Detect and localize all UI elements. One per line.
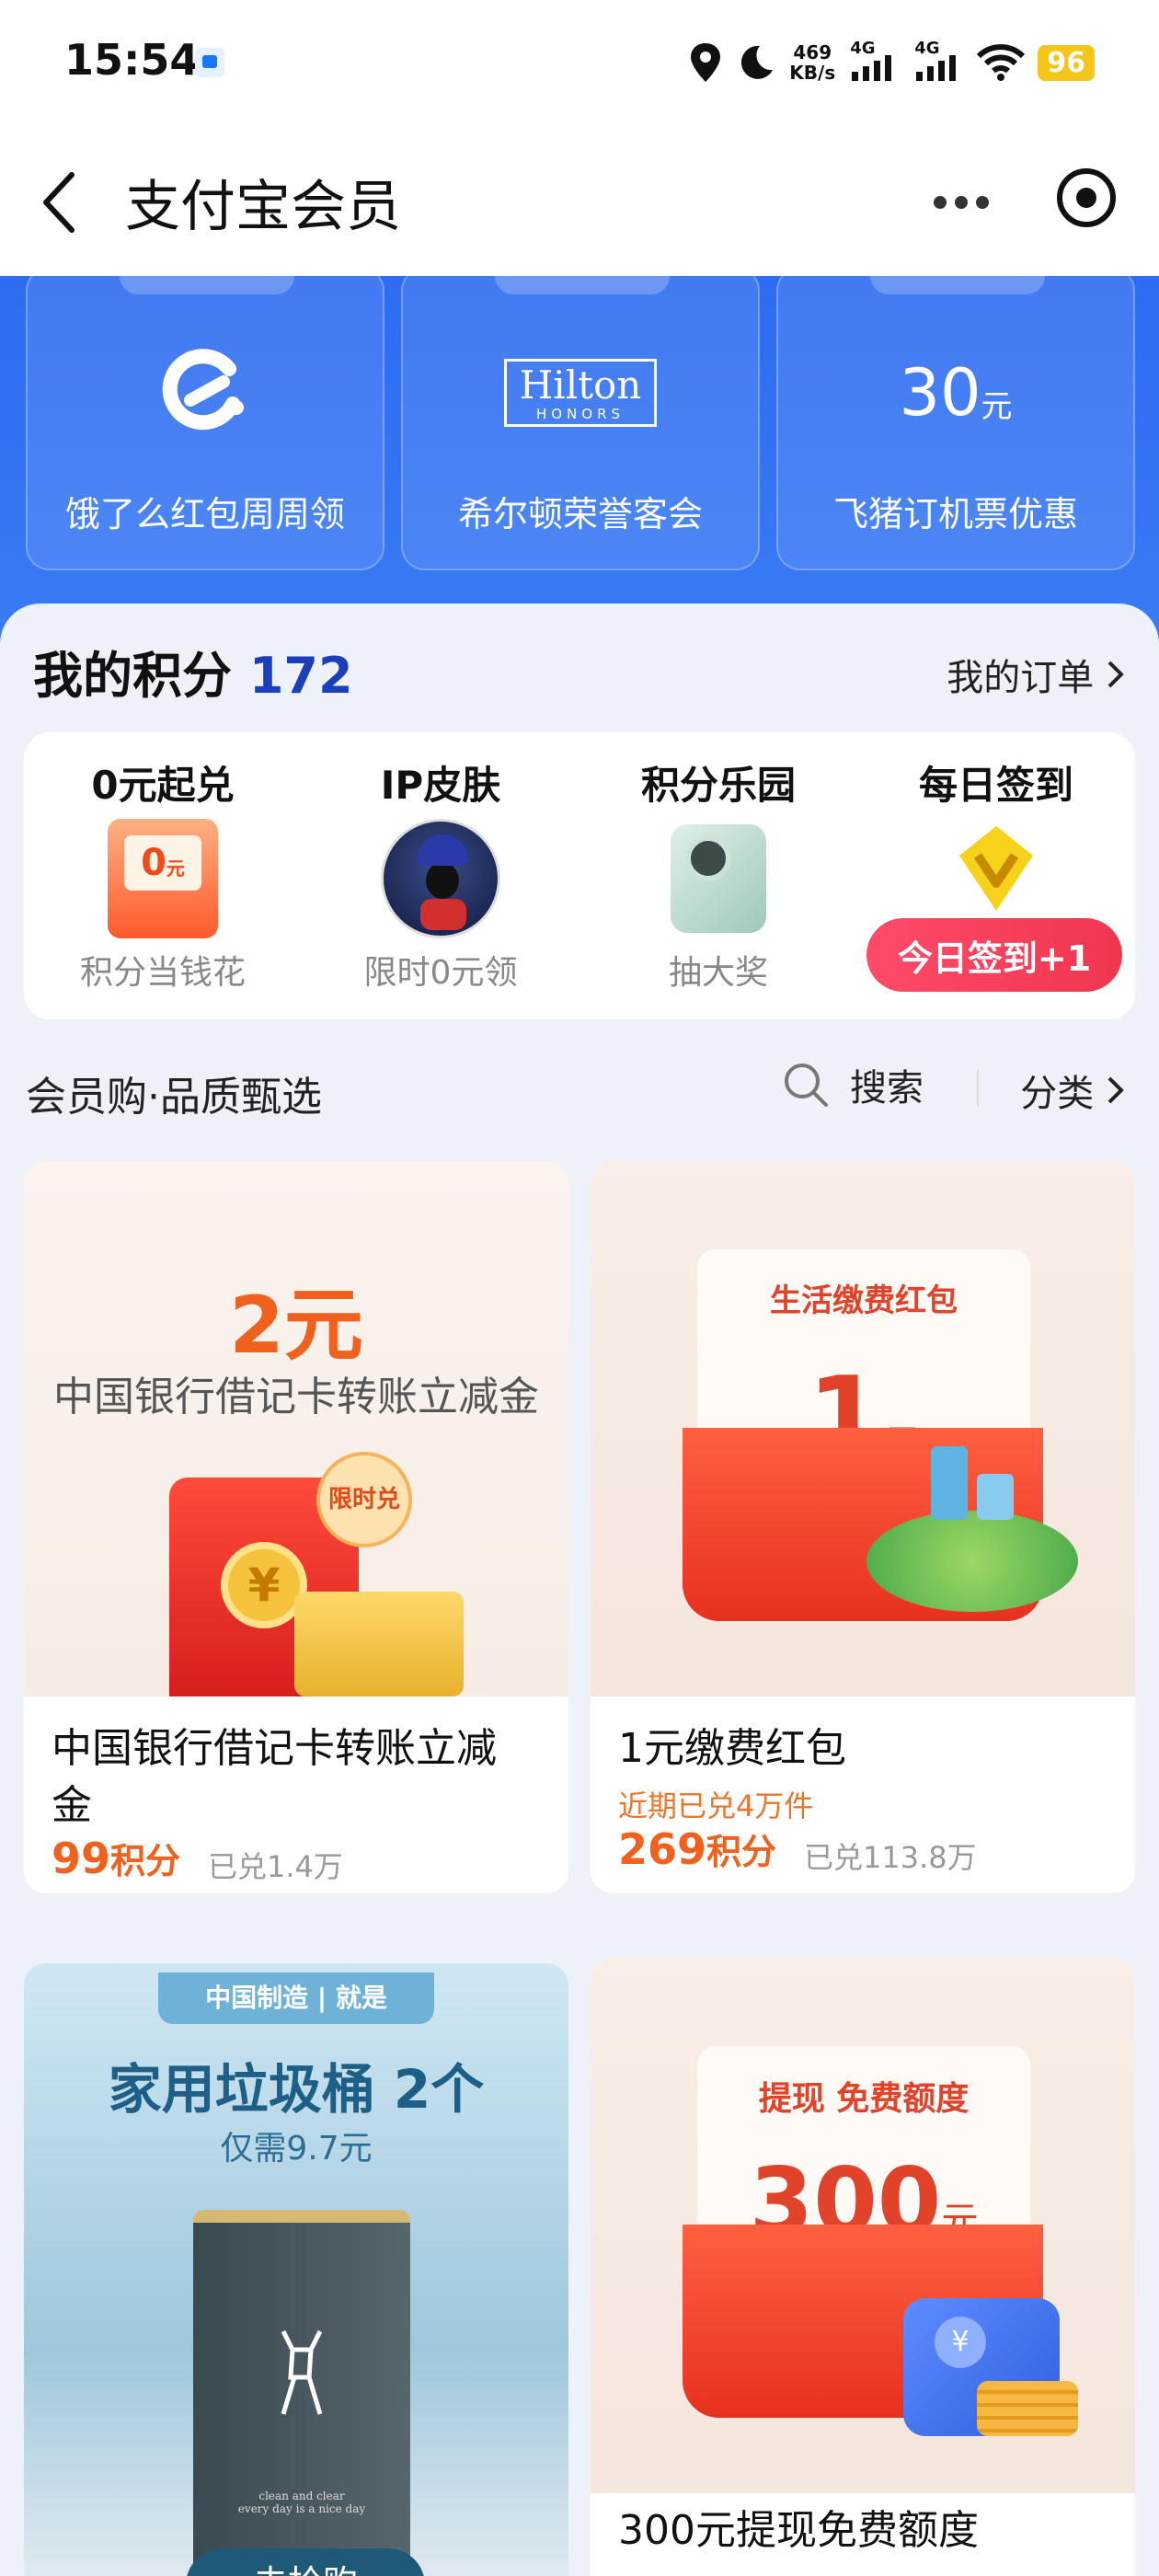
product-price: 269积分 [618,1824,777,1874]
hilton-logo: Hilton HONORS [403,342,758,443]
product-image: 生活缴费红包 1元 [591,1161,1135,1696]
shop-section-title: 会员购·品质甄选 [26,1074,322,1121]
shop-category-button[interactable]: 分类 [1020,1064,1126,1117]
status-time: 15:54 [64,35,200,85]
benefit-zero-yuan[interactable]: 0元起兑 0元 积分当钱花 [24,732,302,1019]
coupon-amount: 30 元 [899,355,1013,431]
phone-prize-icon [663,819,774,938]
shop-search-button[interactable]: 搜索 [782,1058,924,1111]
status-icons: 469 KB/s 4G 4G 96 [688,37,1095,88]
product-image: 中国制造 | 就是 家用垃圾桶 2个 仅需9.7元 clean and clea… [24,1963,568,2576]
chevron-right-icon [1107,661,1124,688]
perk-label: 饿了么红包周周领 [64,494,345,535]
product-card-trash-bin[interactable]: 中国制造 | 就是 家用垃圾桶 2个 仅需9.7元 clean and clea… [24,1963,568,2576]
more-options-button[interactable] [924,173,998,232]
eco-city-island-graphic [866,1511,1078,1612]
bank-card-graphic [294,1592,464,1696]
status-bar: 15:54 469 KB/s 4G 4G 96 [0,0,1159,125]
benefit-points-park[interactable]: 积分乐园 抽大奖 [580,732,857,1019]
eleme-logo-icon [28,342,383,443]
product-card-boc-coupon[interactable]: 2元 中国银行借记卡转账立减金 ¥ 限时兑 中国银行借记卡转账立减金 99积分 … [24,1161,568,1893]
product-image: 2元 中国银行借记卡转账立减金 ¥ 限时兑 [24,1161,568,1696]
daily-checkin-button[interactable]: 今日签到+1 [866,918,1122,992]
red-envelope-icon: 0元 [108,819,218,938]
perk-label: 希尔顿荣誉客会 [457,494,703,535]
product-card-utility-red-packet[interactable]: 生活缴费红包 1元 1元缴费红包 近期已兑4万件 269积分 已兑113.8万 [591,1161,1135,1893]
signal-icon-2: 4G [912,39,964,83]
divider [977,1069,979,1106]
product-price: 99积分 [52,1834,181,1883]
perk-card-fliggy[interactable]: 30 元 飞猪订机票优惠 [776,276,1135,570]
perk-label: 飞猪订机票优惠 [832,494,1078,535]
search-icon [785,1064,828,1107]
limited-time-badge: 限时兑 [316,1452,412,1547]
nav-header: 支付宝会员 [0,125,1159,276]
my-orders-link[interactable]: 我的订单 [947,648,1126,701]
network-speed: 469 KB/s [789,41,836,84]
benefit-ip-skin[interactable]: IP皮肤 限时0元领 [302,732,580,1019]
wifi-icon [977,44,1026,81]
product-hot-label: 近期已兑4万件 [618,1788,814,1823]
signal-icon-1: 4G [848,39,900,83]
moon-icon [741,45,774,79]
main-content: 我的积分 172 我的订单 0元起兑 0元 积分当钱花 IP皮肤 限时0元领 积… [0,604,1159,2576]
points-value: 172 [248,647,353,705]
back-button[interactable] [35,167,90,237]
product-name: 中国银行借记卡转账立减金 [52,1725,497,1829]
page-title: 支付宝会员 [125,175,401,239]
product-redeemed-count: 已兑113.8万 [804,1840,977,1875]
member-perks-banner: 饿了么红包周周领 Hilton HONORS 希尔顿荣誉客会 30 元 飞猪订机票… [0,276,1159,644]
deer-logo-icon [281,2329,323,2415]
product-card-withdraw-quota[interactable]: 提现 免费额度 300元 ¥ 300元提现免费额度 [591,1958,1135,2576]
mickey-avatar-icon [381,819,500,938]
product-name: 1元缴费红包 [618,1725,846,1772]
points-heading: 我的积分 172 [33,647,353,705]
product-name: 300元提现免费额度 [618,2507,979,2554]
app-notification-icon [195,48,224,77]
product-redeemed-count: 已兑1.4万 [208,1849,343,1884]
perk-card-eleme[interactable]: 饿了么红包周周领 [26,276,384,570]
perk-card-hilton[interactable]: Hilton HONORS 希尔顿荣誉客会 [401,276,760,570]
product-image: 提现 免费额度 300元 ¥ [591,1958,1135,2493]
coin-icon: ¥ [935,2317,986,2368]
mini-program-close-button[interactable] [1054,166,1119,230]
buy-now-button[interactable]: 去抢购 [186,2548,425,2576]
chevron-right-icon [1107,1076,1124,1104]
location-icon [691,43,721,82]
battery-indicator: 96 [1038,44,1095,81]
